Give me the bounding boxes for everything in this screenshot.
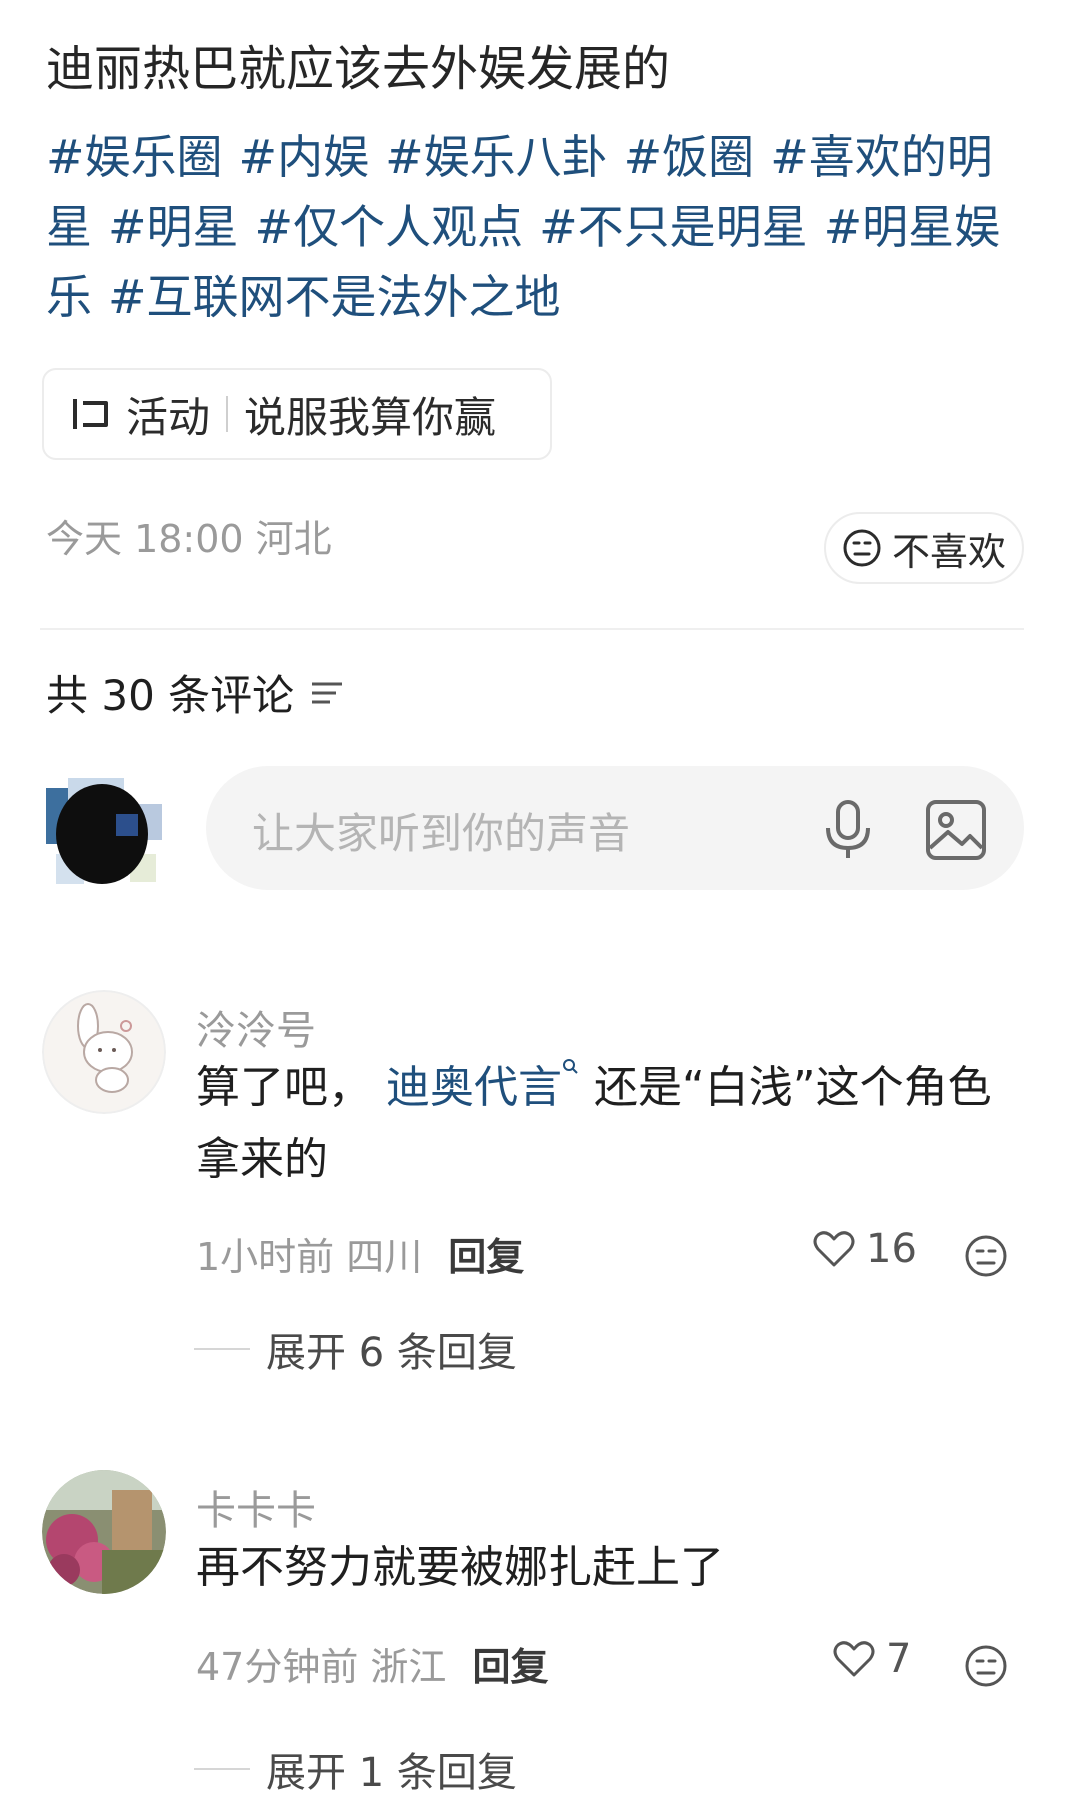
comment-count-label: 共 30 条评论: [46, 671, 295, 720]
comment-text-part: 算了吧，: [196, 1062, 386, 1113]
tag-item[interactable]: #内娱: [239, 130, 370, 184]
dislike-button[interactable]: 不喜欢: [824, 512, 1024, 584]
expand-replies-button[interactable]: 展开 6 条回复: [194, 1320, 517, 1378]
expand-replies-button[interactable]: 展开 1 条回复: [194, 1740, 517, 1798]
comment-time-location: 1小时前 四川: [196, 1235, 423, 1279]
divider: [40, 628, 1024, 630]
comment-meta: 47分钟前 浙江 回复: [196, 1636, 548, 1691]
comment-count[interactable]: 共 30 条评论: [46, 662, 344, 723]
search-mark-icon: [563, 1059, 578, 1074]
activity-icon: [73, 399, 108, 429]
tag-item[interactable]: #仅个人观点: [255, 200, 524, 254]
expand-line: [194, 1348, 250, 1350]
comment-input-placeholder: 让大家听到你的声音: [252, 809, 631, 858]
tag-item[interactable]: #互联网不是法外之地: [108, 270, 561, 324]
neutral-face-icon[interactable]: [964, 1234, 1008, 1278]
image-icon[interactable]: [924, 798, 988, 862]
microphone-icon[interactable]: [820, 798, 876, 862]
comment-item: 泠泠号 算了吧， 迪奥代言 还是“白浅”这个角色拿来的 1小时前 四川 回复 16…: [0, 990, 1070, 1376]
comment-time-location: 47分钟前 浙江: [196, 1645, 447, 1689]
tag-item[interactable]: #娱乐八卦: [385, 130, 608, 184]
comment-text-part: 再不努力就要被娜扎赶上了: [196, 1542, 724, 1593]
like-count: 7: [886, 1636, 912, 1682]
like-count: 16: [866, 1226, 917, 1272]
tag-item[interactable]: #娱乐圈: [46, 130, 223, 184]
comment-text: 算了吧， 迪奥代言 还是“白浅”这个角色拿来的: [196, 1052, 1006, 1196]
reply-button[interactable]: 回复: [472, 1645, 548, 1689]
activity-card[interactable]: 活动 说服我算你赢: [42, 368, 552, 460]
tag-item[interactable]: #明星: [108, 200, 239, 254]
heart-icon: [813, 1231, 855, 1267]
heart-icon: [833, 1641, 875, 1677]
expand-label: 展开 6 条回复: [266, 1330, 517, 1376]
comment-meta: 1小时前 四川 回复: [196, 1226, 524, 1281]
reply-button[interactable]: 回复: [448, 1235, 524, 1279]
neutral-face-icon: [843, 529, 881, 567]
expand-label: 展开 1 条回复: [266, 1750, 517, 1796]
activity-name: 说服我算你赢: [244, 392, 497, 442]
search-link[interactable]: 迪奥代言: [386, 1062, 562, 1113]
expand-line: [194, 1768, 250, 1770]
tag-item[interactable]: #不只是明星: [539, 200, 808, 254]
tag-item[interactable]: #饭圈: [624, 130, 755, 184]
comment-input[interactable]: 让大家听到你的声音: [206, 766, 1024, 890]
sort-icon: [312, 682, 343, 703]
activity-label: 活动: [126, 392, 211, 442]
like-button[interactable]: 16: [812, 1226, 917, 1272]
dislike-label: 不喜欢: [891, 529, 1006, 574]
comment-item: 卡卡卡 再不努力就要被娜扎赶上了 47分钟前 浙江 回复 7 展开 1 条回复: [0, 1470, 1070, 1796]
post-meta: 今天 18:00 河北: [46, 517, 332, 561]
activity-separator: [226, 396, 229, 432]
like-button[interactable]: 7: [832, 1636, 911, 1682]
avatar: [42, 774, 166, 898]
neutral-face-icon[interactable]: [964, 1644, 1008, 1688]
avatar[interactable]: [42, 1470, 166, 1594]
comment-username[interactable]: 泠泠号: [196, 998, 316, 1056]
comment-username[interactable]: 卡卡卡: [196, 1478, 316, 1536]
post-title: 迪丽热巴就应该去外娱发展的: [46, 41, 671, 97]
avatar[interactable]: [42, 990, 166, 1114]
comment-text: 再不努力就要被娜扎赶上了: [196, 1532, 1006, 1604]
post-tags: #娱乐圈 #内娱 #娱乐八卦 #饭圈 #喜欢的明星 #明星 #仅个人观点 #不只是明星 #明星娱…: [46, 122, 1036, 332]
